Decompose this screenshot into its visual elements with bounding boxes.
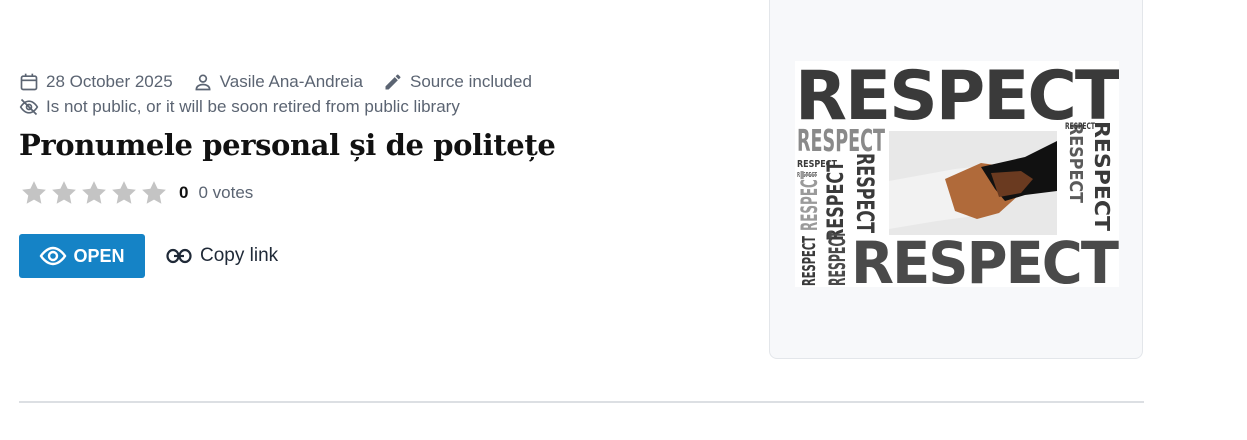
star-icon[interactable] — [109, 178, 139, 208]
star-icon[interactable] — [49, 178, 79, 208]
image-word-left-6: RESPECT — [851, 153, 879, 233]
image-word-left-4: RESPECT — [798, 171, 823, 231]
copy-link-button[interactable]: Copy link — [166, 242, 278, 270]
pencil-icon — [385, 74, 401, 90]
visibility-text: Is not public, or it will be soon retire… — [46, 97, 460, 116]
respect-handshake-image: RESPECT RESPECT RESPECT RESPECT RESPECT … — [795, 57, 1124, 297]
source-meta: Source included — [383, 72, 532, 92]
author-meta[interactable]: Vasile Ana-Andreia — [193, 72, 363, 92]
open-button[interactable]: OPEN — [19, 234, 145, 278]
thumbnail-image[interactable]: RESPECT RESPECT RESPECT RESPECT RESPECT … — [795, 57, 1124, 297]
star-icon[interactable] — [79, 178, 109, 208]
calendar-icon — [20, 73, 38, 91]
eye-icon — [40, 246, 67, 266]
image-word-left-5: RESPECT — [824, 161, 849, 241]
image-word-right-1: RESPECT — [1090, 121, 1114, 231]
date-meta: 28 October 2025 — [19, 72, 173, 92]
image-word-right-2: RESPECT — [1065, 123, 1086, 204]
divider — [19, 401, 1144, 403]
image-word-left-7: RESPECT — [799, 236, 820, 286]
author-name[interactable]: Vasile Ana-Andreia — [220, 72, 363, 92]
star-icon[interactable] — [139, 178, 169, 208]
source-text: Source included — [410, 72, 532, 91]
copy-link-label: Copy link — [200, 245, 279, 266]
image-word-left-8: RESPECT — [826, 231, 851, 286]
meta-row: 28 October 2025 Vasile Ana-Andreia Sourc… — [19, 71, 552, 93]
open-button-label: OPEN — [73, 245, 125, 266]
link-icon — [166, 248, 192, 264]
rating: 0 0 votes — [19, 178, 253, 208]
image-word-right-3: RESPECT — [1065, 122, 1096, 132]
visibility-meta: Is not public, or it will be soon retire… — [19, 97, 460, 117]
person-icon — [195, 74, 211, 91]
star-icon[interactable] — [19, 178, 49, 208]
visibility-row: Is not public, or it will be soon retire… — [19, 96, 480, 118]
eye-off-icon — [19, 98, 39, 116]
image-word-bottom: RESPECT — [851, 229, 1119, 287]
rating-average: 0 — [179, 183, 189, 202]
date-text: 28 October 2025 — [46, 72, 173, 91]
page-title: Pronumele personal și de politețe — [19, 128, 556, 162]
star-rating[interactable] — [19, 178, 169, 208]
rating-votes: 0 votes — [198, 183, 254, 202]
